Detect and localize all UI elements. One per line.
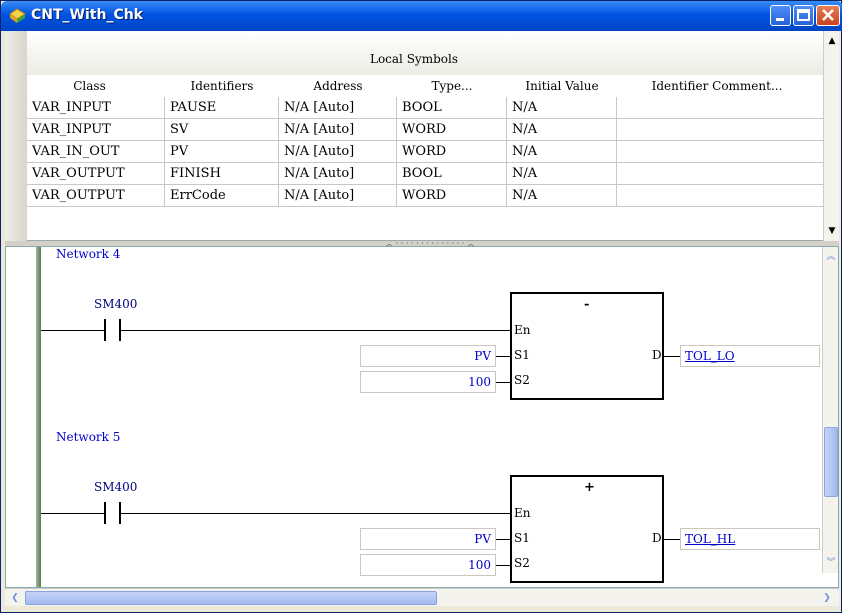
table-cell[interactable]: VAR_IN_OUT <box>27 141 165 163</box>
network-label: Network 4 <box>56 247 121 261</box>
table-row[interactable]: VAR_INPUT SV N/A [Auto] WORD N/A <box>27 119 827 141</box>
pin-s2: S2 <box>514 556 530 570</box>
pin-en: En <box>514 506 531 520</box>
table-cell[interactable]: N/A [Auto] <box>279 119 397 141</box>
table-cell[interactable]: BOOL <box>397 163 507 185</box>
table-cell[interactable]: BOOL <box>397 97 507 119</box>
table-cell[interactable]: N/A <box>507 97 617 119</box>
local-symbols-title: Local Symbols <box>369 52 458 66</box>
wire <box>496 565 510 566</box>
column-header-class[interactable]: Class <box>27 79 152 93</box>
table-cell[interactable]: VAR_INPUT <box>27 119 165 141</box>
table-cell[interactable]: N/A [Auto] <box>279 163 397 185</box>
table-cell[interactable] <box>617 141 827 163</box>
ladder-horizontal-scrollbar[interactable]: ❮ ❯ <box>5 588 839 606</box>
output-d-field[interactable]: TOL_LO <box>680 345 820 367</box>
contact-bar-left[interactable] <box>104 319 106 341</box>
table-cell[interactable]: VAR_OUTPUT <box>27 163 165 185</box>
wire <box>41 330 104 331</box>
local-symbols-table: Local Symbols Class Identifiers Address … <box>5 31 839 241</box>
table-cell[interactable]: N/A <box>507 163 617 185</box>
table-row[interactable]: VAR_OUTPUT FINISH N/A [Auto] BOOL N/A <box>27 163 827 185</box>
table-cell[interactable]: N/A [Auto] <box>279 97 397 119</box>
horizontal-scroll-thumb[interactable] <box>25 591 437 605</box>
pin-s1: S1 <box>514 531 530 545</box>
output-d-field[interactable]: TOL_HL <box>680 528 820 550</box>
table-cell[interactable]: WORD <box>397 119 507 141</box>
table-cell[interactable]: N/A <box>507 185 617 207</box>
contact-bar-left[interactable] <box>104 502 106 524</box>
wire <box>496 356 510 357</box>
operand-s1-field[interactable]: PV <box>360 345 496 367</box>
table-cell[interactable]: PV <box>165 141 279 163</box>
column-header-identifier-comment[interactable]: Identifier Comment... <box>617 79 817 93</box>
column-header-type[interactable]: Type... <box>397 79 507 93</box>
wire <box>41 513 104 514</box>
table-cell[interactable]: N/A <box>507 119 617 141</box>
contact-label[interactable]: SM400 <box>94 297 137 311</box>
wire <box>121 330 512 331</box>
pin-s2: S2 <box>514 373 530 387</box>
pin-d: D <box>652 348 662 362</box>
table-row[interactable]: VAR_INPUT PAUSE N/A [Auto] BOOL N/A <box>27 97 827 119</box>
editor-window: CNT_With_Chk Local Symbols Class Identif… <box>0 0 842 613</box>
close-button[interactable] <box>816 5 840 26</box>
scroll-up-icon[interactable]: ︽ <box>823 249 838 265</box>
table-cell[interactable]: N/A [Auto] <box>279 185 397 207</box>
table-cell[interactable]: PAUSE <box>165 97 279 119</box>
scroll-left-icon[interactable]: ❮ <box>7 590 23 606</box>
table-cell[interactable] <box>617 163 827 185</box>
window-title: CNT_With_Chk <box>31 7 143 23</box>
table-row[interactable]: VAR_OUTPUT ErrCode N/A [Auto] WORD N/A <box>27 185 827 207</box>
title-bar[interactable]: CNT_With_Chk <box>1 1 842 31</box>
table-cell[interactable]: VAR_INPUT <box>27 97 165 119</box>
table-cell[interactable]: WORD <box>397 185 507 207</box>
table-cell[interactable] <box>617 185 827 207</box>
symbols-vertical-scrollbar[interactable]: ▲ ▼ <box>823 31 839 241</box>
ladder-vertical-scrollbar[interactable]: ︽ ︾ <box>822 247 838 573</box>
pin-d: D <box>652 531 662 545</box>
operand-s2-field[interactable]: 100 <box>360 554 496 576</box>
table-cell[interactable]: N/A <box>507 141 617 163</box>
table-cell[interactable]: FINISH <box>165 163 279 185</box>
scroll-down-icon[interactable]: ▼ <box>824 223 840 239</box>
left-power-rail <box>36 247 41 587</box>
wire <box>496 539 510 540</box>
ladder-diagram[interactable]: Network 4 SM400 - En S1 S2 D PV 100 TOL_LO Network… <box>5 246 839 588</box>
scroll-up-icon[interactable]: ▲ <box>824 33 840 49</box>
minimize-icon <box>776 18 784 21</box>
scroll-down-icon[interactable]: ︾ <box>823 555 838 571</box>
table-row[interactable]: VAR_IN_OUT PV N/A [Auto] WORD N/A <box>27 141 827 163</box>
network-label: Network 5 <box>56 430 121 444</box>
maximize-button[interactable] <box>793 5 814 26</box>
wire <box>121 513 512 514</box>
function-block-icon <box>9 8 26 23</box>
table-cell[interactable]: ErrCode <box>165 185 279 207</box>
vertical-scroll-thumb[interactable] <box>824 427 838 497</box>
contact-label[interactable]: SM400 <box>94 480 137 494</box>
operand-s1-field[interactable]: PV <box>360 528 496 550</box>
column-header-identifiers[interactable]: Identifiers <box>165 79 279 93</box>
pin-en: En <box>514 323 531 337</box>
table-cell[interactable] <box>617 119 827 141</box>
maximize-icon <box>797 9 810 21</box>
table-cell[interactable] <box>617 97 827 119</box>
minimize-button[interactable] <box>770 5 791 26</box>
table-cell[interactable]: SV <box>165 119 279 141</box>
table-cell[interactable]: N/A [Auto] <box>279 141 397 163</box>
operator-symbol: - <box>584 297 590 312</box>
column-header-initial-value[interactable]: Initial Value <box>507 79 617 93</box>
table-cell[interactable]: WORD <box>397 141 507 163</box>
scroll-right-icon[interactable]: ❯ <box>819 590 835 606</box>
operator-symbol: + <box>584 480 595 495</box>
wire <box>496 382 510 383</box>
column-header-address[interactable]: Address <box>279 79 397 93</box>
close-icon <box>822 9 834 21</box>
operand-s2-field[interactable]: 100 <box>360 371 496 393</box>
table-cell[interactable]: VAR_OUTPUT <box>27 185 165 207</box>
pin-s1: S1 <box>514 348 530 362</box>
